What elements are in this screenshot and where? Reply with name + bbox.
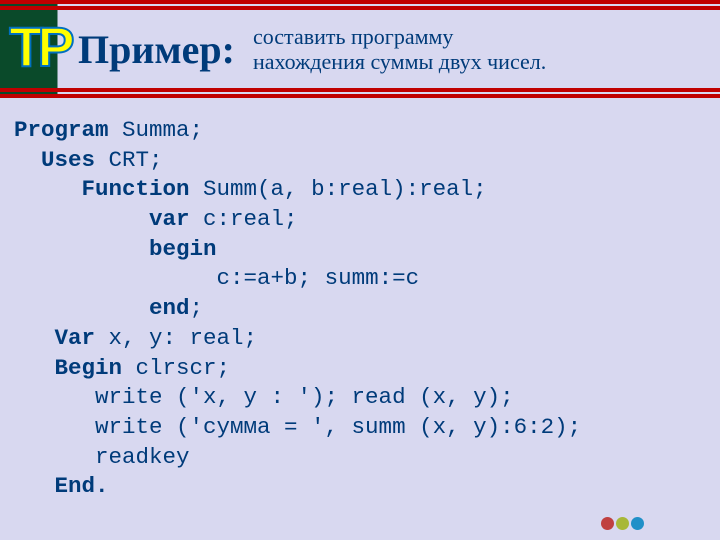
code-text: c:=a+b; summ:=c	[217, 265, 420, 291]
slide-subtitle: составить программу нахождения суммы дву…	[253, 24, 546, 75]
kw-program: Program	[14, 117, 109, 143]
code-text: Summ(a, b:real):real;	[190, 176, 487, 202]
code-text: x, y: real;	[95, 325, 257, 351]
code-text: Summa;	[109, 117, 204, 143]
subtitle-line-1: составить программу	[253, 24, 546, 49]
tp-logo: TP	[8, 12, 70, 80]
bullet-icon	[631, 517, 644, 530]
kw-var2: Var	[55, 325, 96, 351]
subtitle-line-2: нахождения суммы двух чисел.	[253, 49, 546, 74]
logo-letter-p: P	[37, 14, 68, 79]
code-text: ;	[190, 295, 204, 321]
bullet-icon	[601, 517, 614, 530]
code-text: CRT;	[95, 147, 163, 173]
kw-uses: Uses	[41, 147, 95, 173]
slide-title: Пример:	[78, 26, 235, 73]
code-text: c:real;	[190, 206, 298, 232]
footer-bullets	[601, 517, 644, 530]
bullet-icon	[616, 517, 629, 530]
kw-var: var	[149, 206, 190, 232]
code-text: write ('x, y : '); read (x, y);	[95, 384, 514, 410]
kw-function: Function	[82, 176, 190, 202]
code-block: Program Summa; Uses CRT; Function Summ(a…	[0, 98, 720, 502]
code-text: clrscr;	[122, 355, 230, 381]
kw-end2: End.	[55, 473, 109, 499]
logo-letter-t: T	[9, 14, 37, 79]
code-text: write ('сумма = ', summ (x, y):6:2);	[95, 414, 581, 440]
kw-begin: begin	[149, 236, 217, 262]
kw-begin2: Begin	[55, 355, 123, 381]
code-text: readkey	[95, 444, 190, 470]
slide-header: TP Пример: составить программу нахождени…	[0, 0, 720, 98]
kw-end: end	[149, 295, 190, 321]
